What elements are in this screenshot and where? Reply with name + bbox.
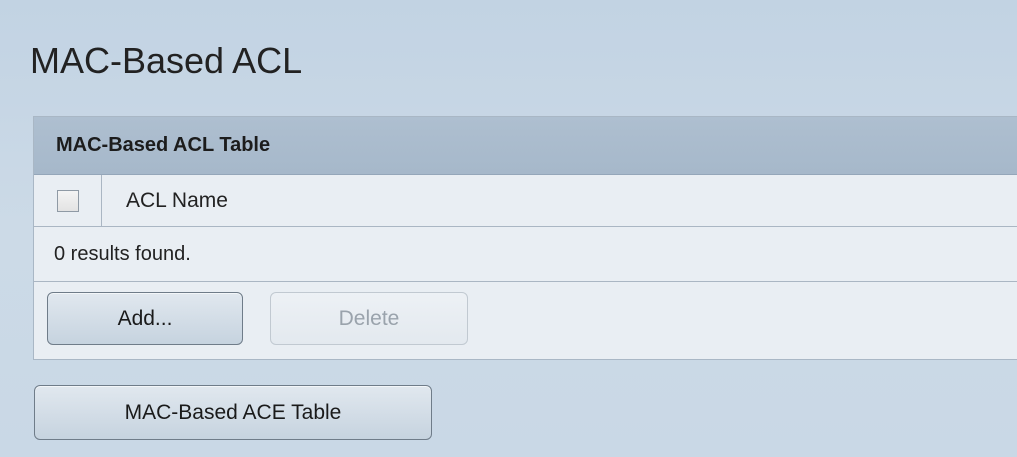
page: MAC-Based ACL MAC-Based ACL Table ACL Na… <box>0 0 1017 457</box>
mac-based-ace-table-button[interactable]: MAC-Based ACE Table <box>34 385 432 440</box>
add-button[interactable]: Add... <box>47 292 243 345</box>
select-all-checkbox[interactable] <box>56 189 79 212</box>
results-count: 0 results found. <box>34 227 1017 282</box>
column-header-acl-name[interactable]: ACL Name <box>102 175 228 226</box>
delete-button: Delete <box>270 292 468 345</box>
table-actions: Add... Delete <box>34 282 1017 359</box>
acl-table-title: MAC-Based ACL Table <box>34 117 1017 175</box>
select-all-cell <box>34 175 102 226</box>
table-header-row: ACL Name <box>34 175 1017 227</box>
page-title: MAC-Based ACL <box>30 40 303 81</box>
acl-table-panel: MAC-Based ACL Table ACL Name 0 results f… <box>33 116 1017 360</box>
